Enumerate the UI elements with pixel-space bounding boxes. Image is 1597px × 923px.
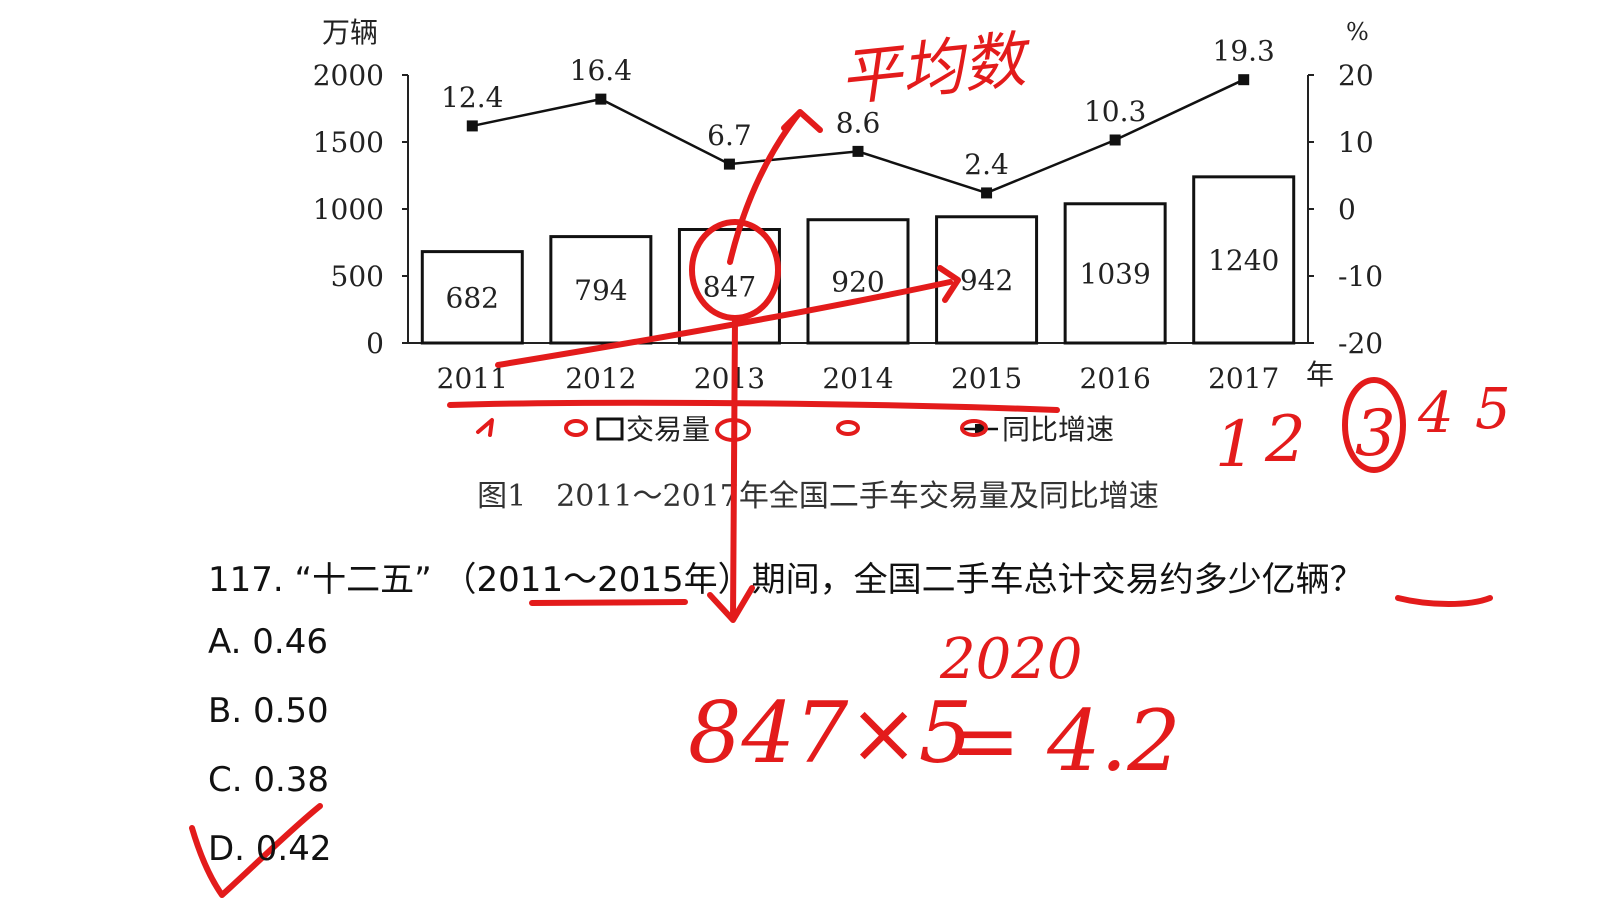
sequence-digit-1: 1 xyxy=(1215,408,1256,482)
x-tick-label: 2012 xyxy=(565,362,636,395)
y-right-tick-label: 0 xyxy=(1338,193,1356,226)
formula-main: 847×5 xyxy=(688,684,972,782)
growth-point xyxy=(723,158,735,170)
y-left-unit: 万辆 xyxy=(322,16,378,49)
handwritten-word-average: 平均数 xyxy=(836,22,1036,115)
growth-point xyxy=(1238,74,1250,86)
y-right-tick-label: 20 xyxy=(1338,59,1374,92)
x-tick-label: 2014 xyxy=(822,362,893,395)
y-left-tick-label: 2000 xyxy=(313,59,384,92)
bar-value-label: 1240 xyxy=(1208,244,1279,277)
legend-line-label: 同比增速 xyxy=(1002,413,1114,446)
y-right-unit: % xyxy=(1346,18,1369,46)
bar-value-label: 847 xyxy=(703,270,756,303)
bar-value-label: 1039 xyxy=(1080,257,1151,290)
y-right-tick-label: 10 xyxy=(1338,126,1374,159)
underline-unit xyxy=(1395,595,1493,607)
underline-years xyxy=(447,399,1060,413)
sequence-digit-5: 5 xyxy=(1475,377,1511,442)
bar-value-label: 942 xyxy=(960,264,1013,297)
sequence-digit-4: 4 xyxy=(1417,381,1454,446)
chart-caption: 图1 2011～2017年全国二手车交易量及同比增速 xyxy=(477,479,1159,514)
y-left-tick-label: 1500 xyxy=(313,126,384,159)
legend-bar-label: 交易量 xyxy=(626,413,710,446)
y-right-tick-label: -10 xyxy=(1338,260,1383,293)
y-left-tick-label: 0 xyxy=(366,327,384,360)
bar-value-label: 794 xyxy=(574,274,627,307)
legend-bar-swatch xyxy=(596,417,624,441)
sequence-digit-2: 2 xyxy=(1264,403,1306,477)
growth-point xyxy=(466,120,478,132)
growth-value-label: 12.4 xyxy=(441,81,503,114)
growth-point xyxy=(852,145,864,157)
formula-result: = 4.2 xyxy=(950,692,1181,790)
growth-point xyxy=(981,187,993,199)
x-axis-unit: 年 xyxy=(1306,358,1334,391)
bar-series: 682 794 847 920 942 1039 1240 xyxy=(420,175,1296,345)
underline-period xyxy=(529,599,688,606)
formula-superscript: 2020 xyxy=(939,627,1083,692)
y-right-tick-label: -20 xyxy=(1338,327,1383,360)
growth-value-label: 6.7 xyxy=(707,119,752,152)
bar-value-label: 682 xyxy=(446,281,499,314)
option-b[interactable]: B. 0.50 xyxy=(208,691,329,731)
option-c[interactable]: C. 0.38 xyxy=(208,760,329,800)
growth-value-label: 16.4 xyxy=(570,54,632,87)
option-a[interactable]: A. 0.46 xyxy=(208,622,328,662)
x-tick-label: 2013 xyxy=(694,362,765,395)
growth-point xyxy=(595,93,607,105)
growth-value-label: 19.3 xyxy=(1213,35,1275,68)
question-text: 117. “十二五” （2011～2015年）期间，全国二手车总计交易约多少亿辆… xyxy=(208,560,1364,600)
growth-value-label: 10.3 xyxy=(1084,95,1146,128)
growth-value-label: 2.4 xyxy=(964,148,1009,181)
x-tick-label: 2015 xyxy=(951,362,1022,395)
x-tick-label: 2016 xyxy=(1080,362,1151,395)
option-d[interactable]: D. 0.42 xyxy=(208,829,332,869)
bar-value-label: 920 xyxy=(831,265,884,298)
y-left-tick-label: 1000 xyxy=(313,193,384,226)
growth-point xyxy=(1109,134,1121,146)
x-tick-label: 2017 xyxy=(1208,362,1279,395)
y-left-tick-label: 500 xyxy=(331,260,384,293)
